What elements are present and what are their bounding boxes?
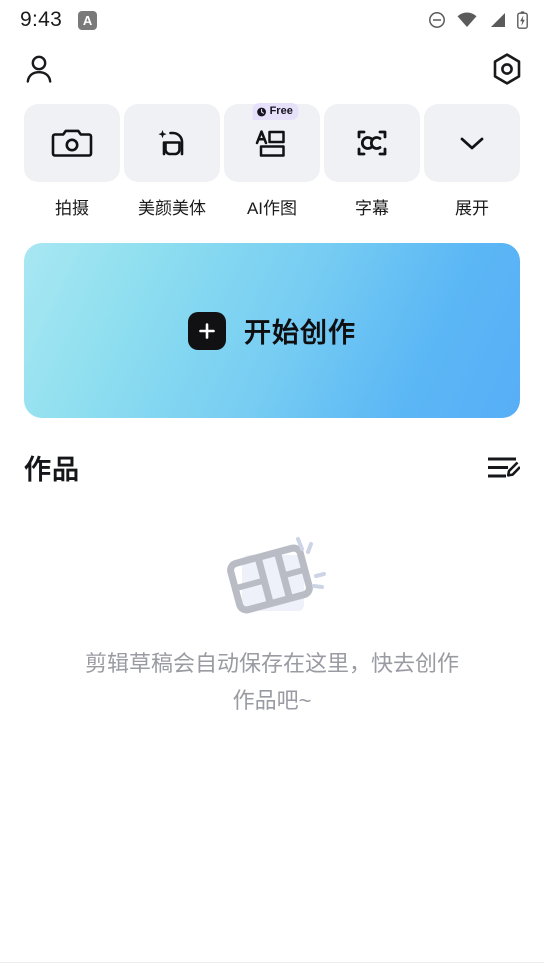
closed-caption-icon (351, 122, 393, 164)
quick-action-expand[interactable]: 展开 (424, 104, 520, 219)
start-creating-button[interactable]: 开始创作 (24, 243, 520, 418)
chevron-down-icon (454, 125, 490, 161)
app-notification-icon: A (78, 10, 98, 30)
quick-action-subtitle[interactable]: 字幕 (324, 104, 420, 219)
status-bar-clock: 9:43 (20, 8, 63, 31)
quick-action-shoot[interactable]: 拍摄 (24, 104, 120, 219)
free-badge-label: Free (269, 105, 293, 117)
quick-action-expand-tile[interactable] (424, 104, 520, 182)
quick-action-shoot-label: 拍摄 (55, 199, 89, 218)
app-screen: 9:43 A 拍摄 美颜美体 Free AI作图 字幕 展开 开始创作 作品 剪… (0, 0, 544, 968)
do-not-disturb-icon (428, 11, 446, 29)
works-empty-text: 剪辑草稿会自动保存在这里，快去创作作品吧~ (84, 651, 459, 713)
works-header: 作品 (0, 448, 544, 487)
quick-action-ai-image-label: AI作图 (246, 199, 298, 218)
free-badge: Free (252, 103, 299, 120)
quick-action-subtitle-tile[interactable] (324, 104, 420, 182)
ai-text-image-icon (251, 122, 293, 164)
create-banner-wrap: 开始创作 (0, 219, 544, 418)
quick-action-ai-image-tile[interactable]: Free (224, 103, 320, 182)
battery-charging-icon (517, 11, 528, 29)
status-bar: 9:43 A (0, 0, 544, 40)
quick-action-shoot-tile[interactable] (24, 104, 120, 182)
beauty-face-icon (151, 122, 193, 164)
wifi-icon (457, 12, 477, 28)
start-creating-label: 开始创作 (244, 318, 356, 348)
hexagon-settings-icon[interactable] (490, 52, 524, 86)
clock-icon (257, 107, 267, 117)
plus-icon (188, 311, 226, 350)
status-bar-right (428, 11, 528, 29)
quick-action-ai-image[interactable]: Free AI作图 (224, 103, 320, 219)
quick-actions-row: 拍摄 美颜美体 Free AI作图 字幕 展开 (0, 98, 544, 219)
works-empty-state: 剪辑草稿会自动保存在这里，快去创作作品吧~ (0, 527, 544, 719)
app-bar (0, 40, 544, 98)
person-icon[interactable] (22, 52, 56, 86)
camera-icon (51, 122, 93, 164)
quick-action-beauty-tile[interactable] (124, 104, 220, 182)
cellular-signal-icon (488, 12, 506, 28)
film-strip-icon (212, 527, 332, 627)
quick-action-beauty[interactable]: 美颜美体 (124, 104, 220, 219)
status-bar-left: 9:43 A (20, 8, 98, 32)
quick-action-subtitle-label: 字幕 (355, 199, 389, 218)
bottom-divider (0, 962, 544, 963)
edit-list-icon[interactable] (486, 453, 520, 483)
works-title: 作品 (24, 455, 80, 485)
quick-action-expand-label: 展开 (455, 199, 489, 218)
quick-action-beauty-label: 美颜美体 (138, 199, 206, 218)
